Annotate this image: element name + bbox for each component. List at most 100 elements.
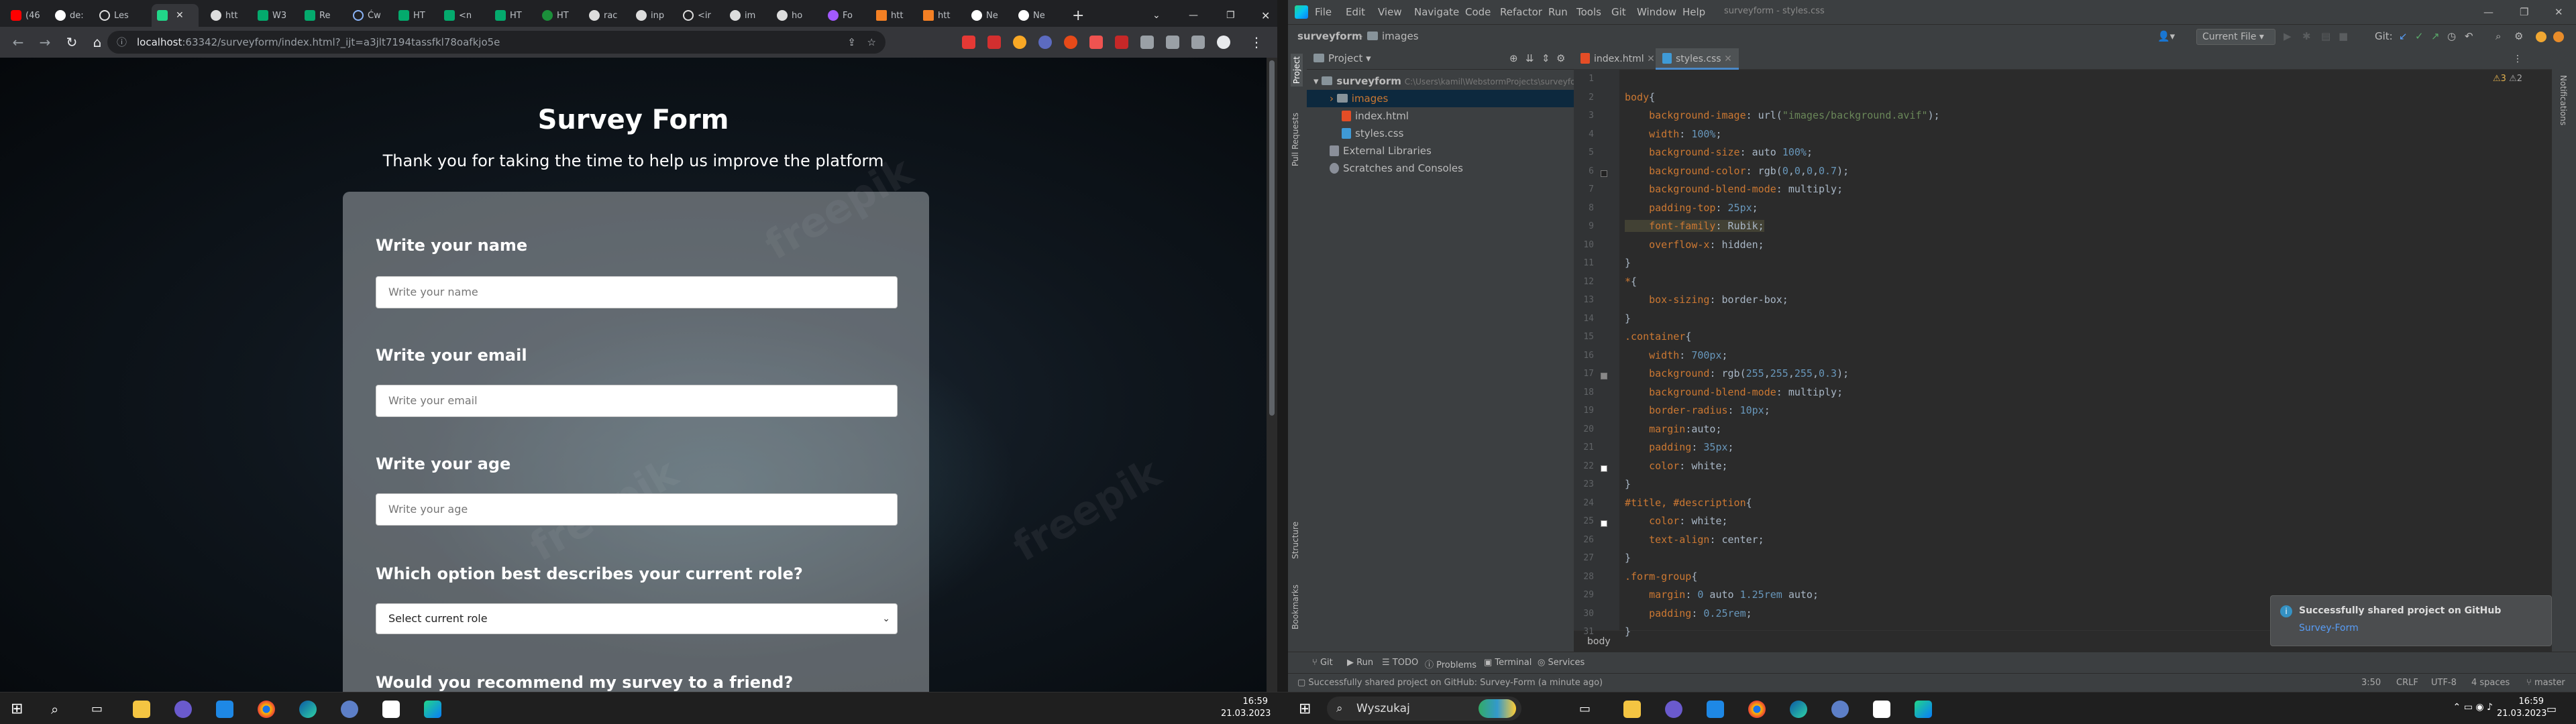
project-dropdown[interactable]: Project ▾: [1313, 52, 1371, 64]
browser-tab[interactable]: htt: [871, 4, 912, 27]
code-editor[interactable]: index.html ✕ styles.css ✕ ⋮ ⚠3 ⚠2 body 1…: [1574, 48, 2552, 652]
menu-window[interactable]: Window: [1637, 6, 1676, 18]
run-tool-button[interactable]: ▶ Run: [1347, 658, 1373, 668]
browser-tab[interactable]: <n: [439, 4, 480, 27]
menu-navigate[interactable]: Navigate: [1414, 6, 1459, 18]
windows-start-icon[interactable]: ⊞: [11, 701, 28, 718]
browser-tab[interactable]: HT: [490, 4, 531, 27]
tree-item-images[interactable]: › images: [1307, 90, 1574, 107]
code-line[interactable]: width: 100%;: [1625, 128, 2000, 140]
close-window-icon[interactable]: ✕: [2555, 6, 2563, 18]
browser-tab[interactable]: Ne: [966, 4, 1008, 27]
color-swatch-icon[interactable]: [1601, 170, 1607, 177]
panel-settings-icon[interactable]: ⚙: [1556, 52, 1565, 64]
extension-icon[interactable]: [1089, 36, 1103, 49]
clock-date[interactable]: 21.03.2023: [2497, 709, 2546, 719]
browser-tab[interactable]: inp: [631, 4, 672, 27]
file-explorer-icon[interactable]: [1623, 701, 1641, 718]
browser-tab[interactable]: ho: [771, 4, 813, 27]
home-icon[interactable]: ⌂: [89, 34, 106, 51]
code-line[interactable]: background-color: rgb(0,0,0,0.7);: [1625, 165, 2000, 177]
browser-tab[interactable]: Ne: [1013, 4, 1055, 27]
webstorm-icon[interactable]: [424, 701, 441, 718]
code-line[interactable]: font-family: Rubik;: [1625, 220, 1764, 232]
code-line[interactable]: }: [1625, 312, 2000, 324]
edge-icon[interactable]: [1790, 701, 1807, 718]
address-bar[interactable]: ⓘ localhost:63342/surveyform/index.html?…: [107, 31, 885, 54]
project-tool-button[interactable]: Project: [1291, 54, 1303, 87]
stop-icon[interactable]: ■: [2339, 30, 2348, 42]
todo-tool-button[interactable]: ☰ TODO: [1382, 658, 1418, 668]
page-scrollbar[interactable]: [1267, 58, 1277, 692]
age-input[interactable]: Write your age: [376, 493, 898, 526]
code-line[interactable]: padding: 35px;: [1625, 441, 2000, 453]
git-tool-button[interactable]: ⑂ Git: [1312, 658, 1333, 668]
notifications-tool-button[interactable]: Notifications: [2559, 75, 2568, 125]
forward-icon[interactable]: →: [36, 34, 54, 51]
terminal-tool-button[interactable]: ▣ Terminal: [1484, 658, 1532, 668]
run-icon[interactable]: ▶: [2284, 30, 2292, 42]
extensions-puzzle-icon[interactable]: [1140, 36, 1154, 49]
share-icon[interactable]: ⇪: [847, 31, 856, 54]
calendar-icon[interactable]: [1873, 701, 1890, 718]
code-line[interactable]: padding: 0.25rem;: [1625, 607, 2000, 619]
scrollbar-thumb[interactable]: [1269, 60, 1275, 416]
browser-tab[interactable]: (46: [5, 4, 40, 27]
code-line[interactable]: width: 700px;: [1625, 349, 2000, 361]
browser-tab[interactable]: Fo: [822, 4, 864, 27]
extension-icon[interactable]: [1064, 36, 1077, 49]
debug-icon[interactable]: ✱: [2302, 30, 2311, 42]
collapse-all-icon[interactable]: ⇊: [1525, 52, 1534, 64]
search-icon[interactable]: ⌕: [51, 701, 68, 718]
expand-all-icon[interactable]: ⇕: [1542, 52, 1550, 64]
browser-tab[interactable]: htt: [918, 4, 959, 27]
clock-time[interactable]: 16:59: [2497, 697, 2544, 707]
file-encoding[interactable]: UTF-8: [2431, 678, 2457, 688]
code-line[interactable]: background-blend-mode: multiply;: [1625, 183, 2000, 195]
notification-balloon[interactable]: i Successfully shared project on GitHub …: [2270, 595, 2552, 646]
close-tab-icon[interactable]: ✕: [1724, 54, 1732, 64]
breadcrumb-folder[interactable]: images: [1367, 30, 1419, 42]
teams-icon[interactable]: [1665, 701, 1682, 718]
code-line[interactable]: }: [1625, 625, 2000, 638]
code-line[interactable]: background-image: url("images/background…: [1625, 109, 2000, 121]
email-input[interactable]: Write your email: [376, 385, 898, 417]
restore-icon[interactable]: ❐: [1221, 4, 1241, 27]
browser-tab[interactable]: im: [724, 4, 766, 27]
mail-icon[interactable]: [216, 701, 233, 718]
user-icon[interactable]: 👤▾: [2157, 30, 2175, 42]
code-line[interactable]: margin: 0 auto 1.25rem auto;: [1625, 589, 2000, 601]
code-line[interactable]: *{: [1625, 276, 2000, 288]
code-line[interactable]: background-blend-mode: multiply;: [1625, 386, 2000, 398]
browser-tab[interactable]: Les: [94, 4, 145, 27]
code-line[interactable]: }: [1625, 552, 2000, 564]
color-swatch-icon[interactable]: [1601, 520, 1607, 527]
close-tab-icon[interactable]: ✕: [1647, 54, 1655, 64]
inspection-widget[interactable]: ⚠3 ⚠2: [2493, 74, 2522, 84]
code-line[interactable]: color: white;: [1625, 515, 2000, 527]
line-separator[interactable]: CRLF: [2396, 678, 2418, 688]
name-input[interactable]: Write your name: [376, 276, 898, 308]
app-icon[interactable]: [1831, 701, 1849, 718]
problems-tool-button[interactable]: ⓘ Problems: [1425, 658, 1477, 670]
chrome-icon[interactable]: [258, 701, 275, 718]
tray-icons[interactable]: ⌃ ▭ ◉ ♪: [2412, 702, 2493, 713]
editor-tab-styles-css[interactable]: styles.css ✕: [1656, 48, 1739, 70]
code-line[interactable]: body{: [1625, 91, 2000, 103]
browser-tab[interactable]: Re: [299, 4, 342, 27]
extension-icon[interactable]: [1013, 36, 1026, 49]
pull-requests-tool-button[interactable]: Pull Requests: [1291, 113, 1300, 166]
reload-icon[interactable]: ↻: [63, 34, 80, 51]
tab-search-chevron-icon[interactable]: ⌄: [1147, 4, 1167, 27]
code-line[interactable]: box-sizing: border-box;: [1625, 294, 2000, 306]
code-line[interactable]: overflow-x: hidden;: [1625, 239, 2000, 251]
git-update-icon[interactable]: ↙: [2399, 30, 2408, 42]
browser-tab[interactable]: Ćw: [347, 4, 389, 27]
code-line[interactable]: margin:auto;: [1625, 423, 2000, 435]
file-explorer-icon[interactable]: [133, 701, 150, 718]
info-icon[interactable]: ⓘ: [117, 31, 127, 54]
code-line[interactable]: background: rgb(255,255,255,0.3);: [1625, 367, 2000, 379]
jetbrains-icon[interactable]: [2553, 32, 2564, 42]
menu-refactor[interactable]: Refactor: [1500, 6, 1542, 18]
status-message[interactable]: ▢ Successfully shared project on GitHub:…: [1297, 678, 1603, 688]
